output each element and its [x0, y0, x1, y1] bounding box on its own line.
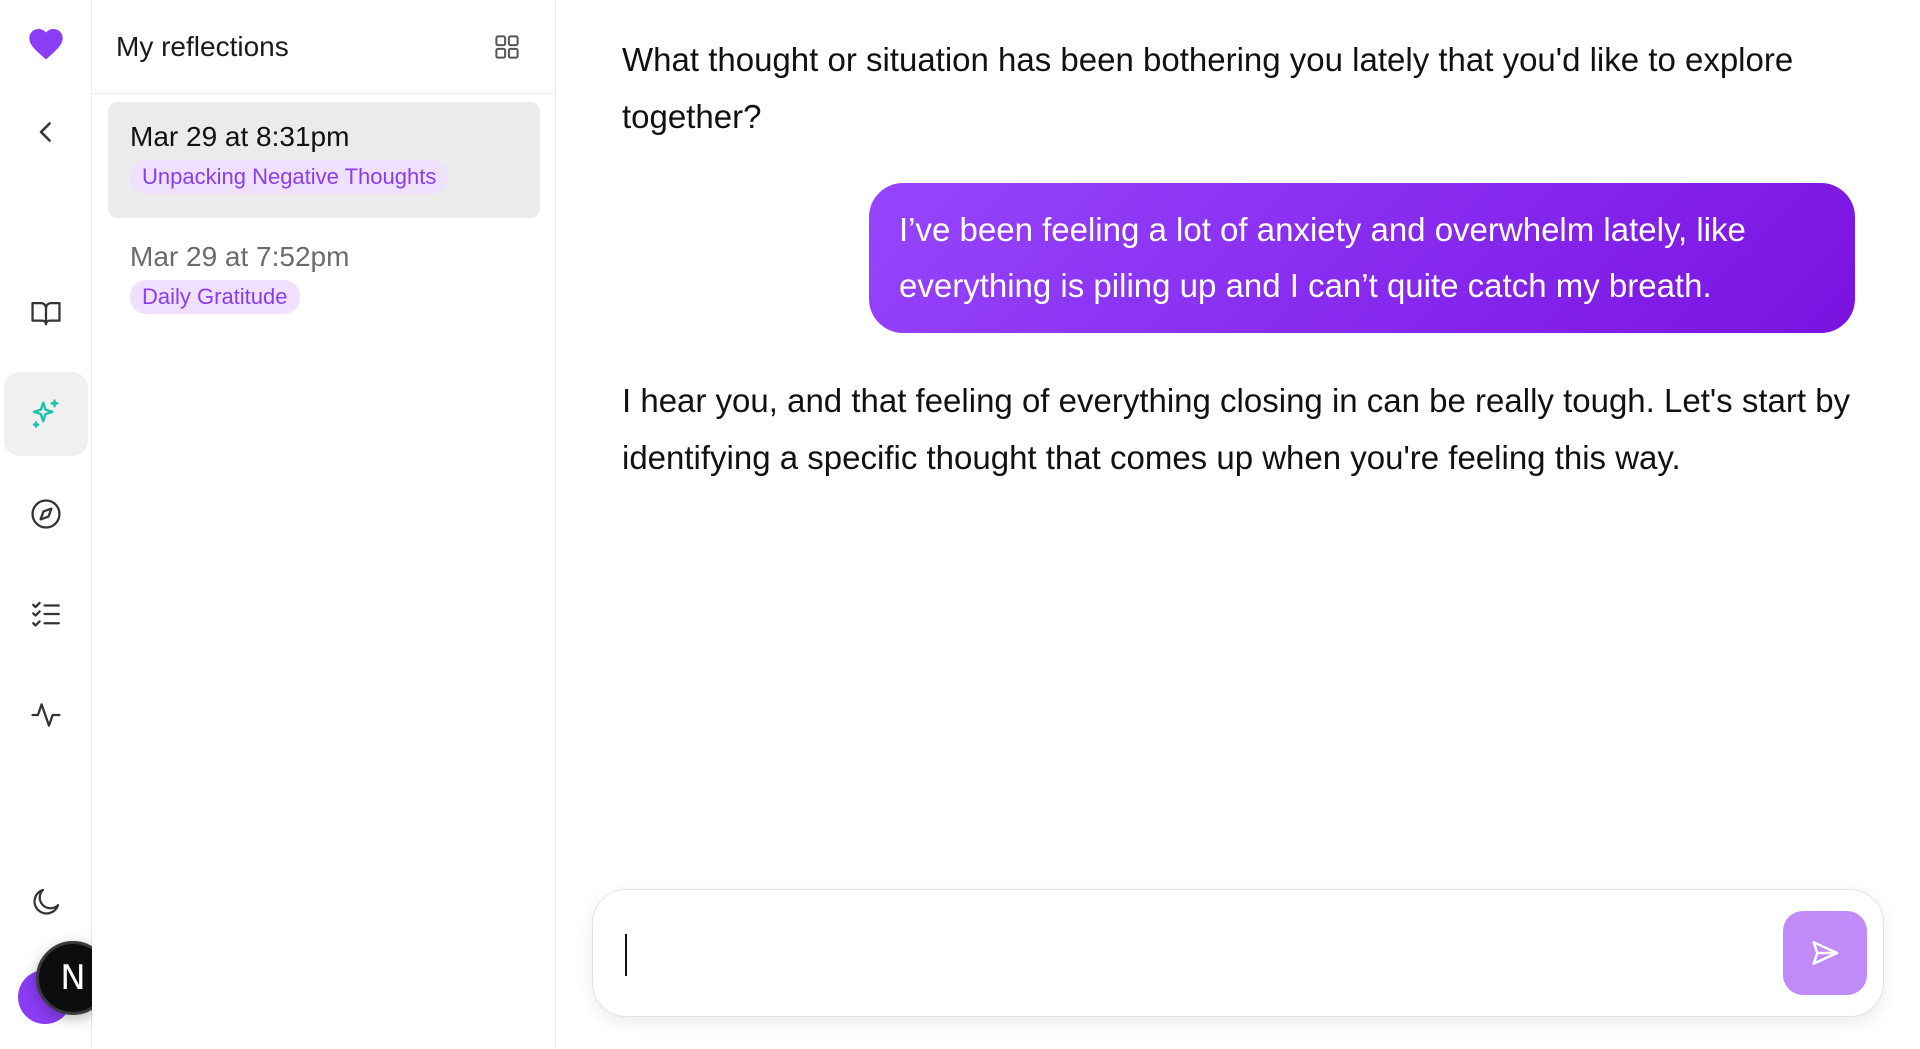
panel-header: My reflections	[92, 0, 555, 94]
user-message: I’ve been feeling a lot of anxiety and o…	[869, 183, 1855, 333]
reflections-panel: My reflections Mar 29 at 8:31pm Unpackin…	[92, 0, 556, 1049]
reflections-nav-button[interactable]	[4, 372, 88, 456]
sparkles-icon	[32, 399, 59, 428]
message-input[interactable]	[623, 920, 1783, 986]
text-caret	[625, 934, 627, 976]
explore-nav-button[interactable]	[4, 472, 88, 556]
activity-icon	[31, 703, 61, 727]
chat-area: What thought or situation has been bothe…	[556, 0, 1920, 1049]
activity-nav-button[interactable]	[4, 673, 88, 757]
grid-view-button[interactable]	[487, 27, 527, 67]
avatar-letter: N	[60, 958, 86, 998]
reflection-date: Mar 29 at 7:52pm	[130, 241, 350, 272]
send-button[interactable]	[1783, 911, 1867, 995]
reflection-date: Mar 29 at 8:31pm	[130, 121, 350, 152]
chevron-left-icon	[39, 122, 51, 142]
panel-title: My reflections	[116, 30, 289, 62]
assistant-message: What thought or situation has been bothe…	[622, 41, 1794, 135]
book-open-icon	[31, 301, 61, 326]
collapse-sidebar-button[interactable]	[4, 90, 88, 174]
journal-nav-button[interactable]	[4, 271, 88, 355]
assistant-message: I hear you, and that feeling of everythi…	[622, 382, 1851, 476]
theme-toggle-button[interactable]	[4, 860, 88, 944]
list-checks-icon	[32, 601, 60, 627]
tasks-nav-button[interactable]	[4, 572, 88, 656]
reflection-tag: Unpacking Negative Thoughts	[130, 160, 449, 194]
moon-icon	[33, 888, 60, 915]
icon-rail: N	[0, 0, 110, 1049]
heart-icon[interactable]	[26, 24, 66, 64]
message-composer	[592, 889, 1884, 1017]
grid-icon	[495, 34, 519, 59]
compass-icon	[31, 499, 61, 529]
send-icon	[1812, 941, 1839, 965]
reflection-tag: Daily Gratitude	[130, 280, 300, 314]
reflection-item[interactable]: Mar 29 at 8:31pm Unpacking Negative Thou…	[108, 102, 540, 218]
reflection-item[interactable]: Mar 29 at 7:52pm Daily Gratitude	[108, 222, 540, 338]
